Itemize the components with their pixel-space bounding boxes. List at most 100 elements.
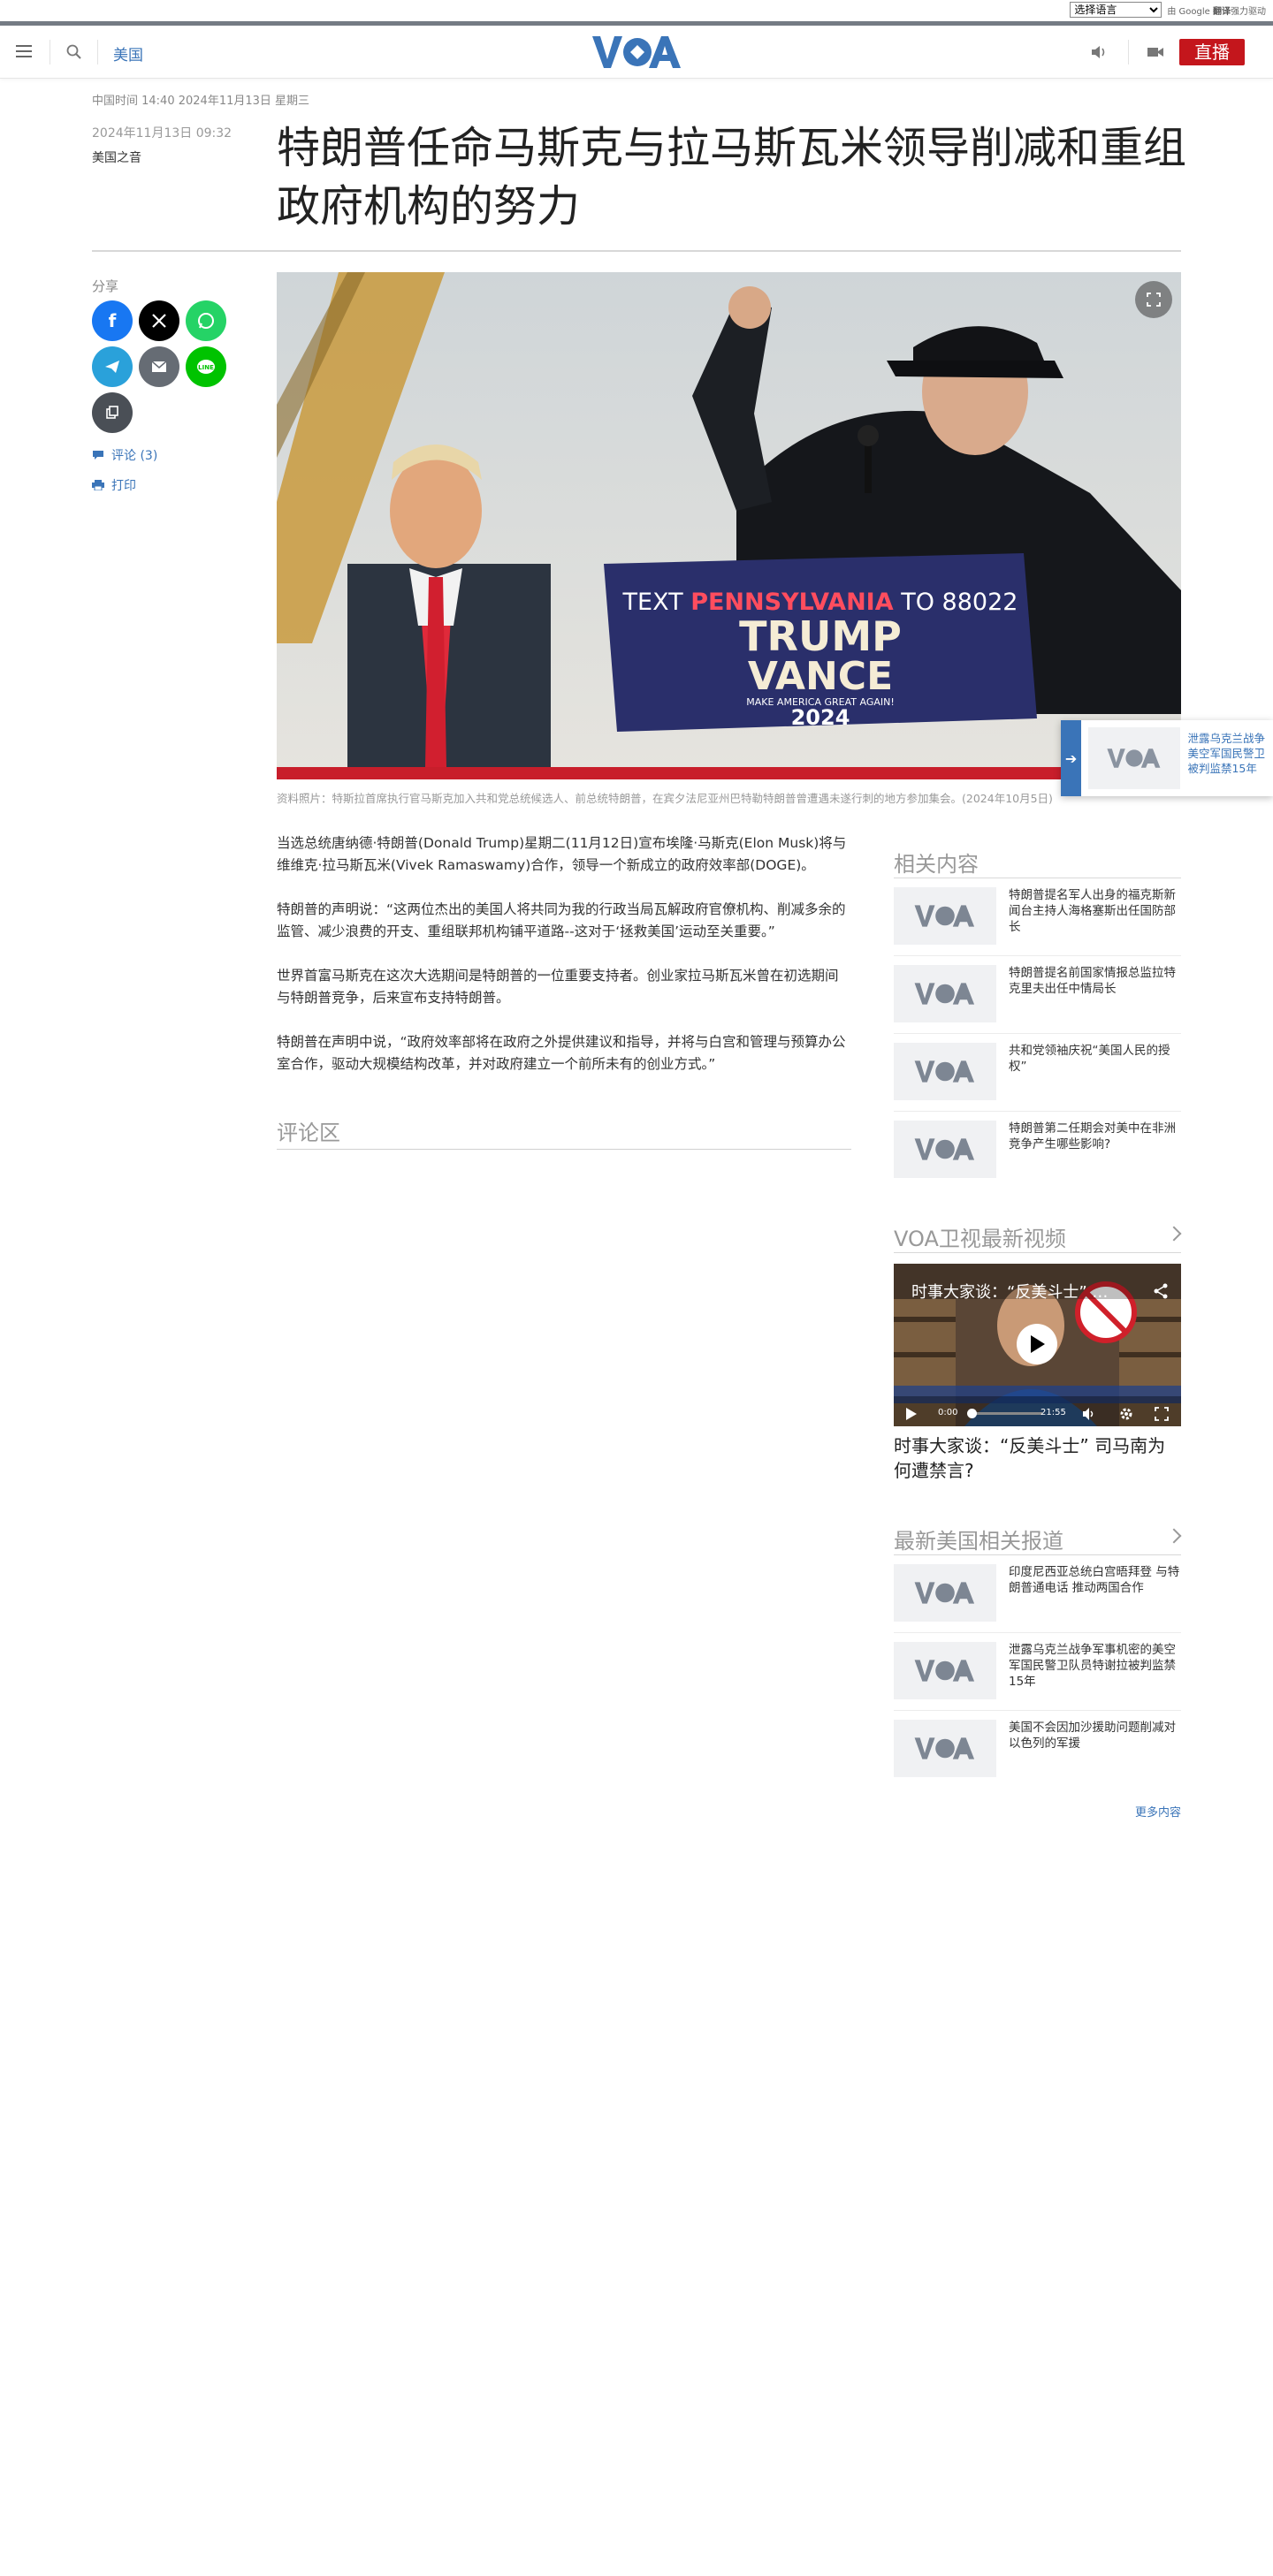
- sign-year: 2024: [791, 705, 850, 730]
- list-item[interactable]: 泄露乌克兰战争军事机密的美空军国民警卫队员特谢拉被判监禁15年: [894, 1633, 1181, 1711]
- copy-icon: [106, 406, 118, 419]
- voa-logo-thumb: [914, 1060, 975, 1083]
- story-thumbnail: [894, 887, 996, 945]
- volume-icon[interactable]: [1081, 1407, 1095, 1421]
- list-item-title: 泄露乌克兰战争军事机密的美空军国民警卫队员特谢拉被判监禁15年: [1009, 1643, 1176, 1689]
- play-small-icon[interactable]: [904, 1408, 917, 1420]
- latest-reports: 最新美国相关报道 印度尼西亚总统白宫晤拜登 与特朗普通电话 推动两国合作 泄露乌…: [894, 1524, 1182, 1820]
- story-thumbnail: [894, 1564, 996, 1622]
- image-caption: 资料照片：特斯拉首席执行官马斯克加入共和党总统候选人、前总统特朗普，在宾夕法尼亚…: [277, 792, 1053, 805]
- x-share-button[interactable]: [139, 300, 179, 341]
- whatsapp-share-button[interactable]: [186, 300, 226, 341]
- translate-powered-by: 由 Google 翻译强力驱动: [1167, 6, 1266, 17]
- video-overlay-title: 时事大家谈：“反美斗士” …: [911, 1283, 1109, 1302]
- story-thumbnail: [1088, 727, 1181, 789]
- hero-photo: TEXT PENNSYLVANIA TO 88022 TRUMP VANCE M…: [277, 272, 1181, 779]
- list-item-title: 特朗普提名军人出身的福克斯新闻台主持人海格塞斯出任国防部长: [1009, 888, 1176, 934]
- facebook-share-button[interactable]: f: [92, 300, 133, 341]
- copy-link-button[interactable]: [92, 392, 133, 433]
- related-content: 相关内容 特朗普提名军人出身的福克斯新闻台主持人海格塞斯出任国防部长 特朗普提名…: [894, 847, 1181, 1189]
- voa-logo-thumb: [914, 983, 975, 1005]
- chevron-right-icon: [1166, 1528, 1182, 1544]
- story-thumbnail: [894, 1043, 996, 1100]
- page-title: 特朗普任命马斯克与拉马斯瓦米领导削减和重组政府机构的努力: [277, 123, 1187, 232]
- voa-logo-thumb: [914, 905, 975, 927]
- list-item[interactable]: 共和党领袖庆祝“美国人民的授权”: [894, 1034, 1181, 1112]
- chevron-right-icon: [1166, 1226, 1182, 1242]
- voa-logo[interactable]: [592, 34, 682, 70]
- facebook-icon: f: [108, 310, 117, 331]
- paragraph: 特朗普在声明中说，“政府效率部将在政府之外提供建议和指导，并将与白宫和管理与预算…: [277, 1034, 846, 1072]
- related-title: 相关内容: [894, 847, 1181, 878]
- divider: [92, 250, 1181, 252]
- settings-icon[interactable]: [1119, 1407, 1133, 1421]
- list-item[interactable]: 特朗普提名前国家情报总监拉特克里夫出任中情局长: [894, 956, 1181, 1034]
- list-item[interactable]: 特朗普第二任期会对美中在非洲竞争产生哪些影响?: [894, 1112, 1181, 1189]
- story-thumbnail: [894, 1121, 996, 1178]
- sign-name-2: VANCE: [748, 654, 893, 699]
- play-icon: [1031, 1335, 1045, 1353]
- comments-section-title: 评论区: [277, 1121, 340, 1145]
- voa-logo-thumb: [914, 1138, 975, 1160]
- line-share-button[interactable]: LINE: [186, 346, 226, 387]
- video-current-time: 0:00: [938, 1408, 958, 1417]
- telegram-share-button[interactable]: [92, 346, 133, 387]
- list-item-title: 特朗普提名前国家情报总监拉特克里夫出任中情局长: [1009, 966, 1176, 996]
- dateline: 中国时间 14:40 2024年11月13日 星期三: [92, 95, 310, 108]
- line-icon: LINE: [197, 360, 215, 374]
- fullscreen-icon[interactable]: [1155, 1407, 1169, 1421]
- list-item[interactable]: 美国不会因加沙援助问题削减对以色列的军援: [894, 1711, 1181, 1789]
- story-thumbnail: [894, 1720, 996, 1777]
- sign-name-1: TRUMP: [739, 612, 902, 660]
- divider: [1128, 40, 1129, 65]
- comment-icon: [93, 451, 103, 460]
- telegram-icon: [105, 361, 119, 373]
- list-item[interactable]: 特朗普提名军人出身的福克斯新闻台主持人海格塞斯出任国防部长: [894, 878, 1181, 956]
- video-camera-icon[interactable]: [1146, 43, 1165, 61]
- divider: [97, 40, 98, 65]
- video-player[interactable]: 时事大家谈：“反美斗士” … 0:00 21:55: [894, 1264, 1181, 1426]
- list-item[interactable]: 印度尼西亚总统白宫晤拜登 与特朗普通电话 推动两国合作: [894, 1555, 1181, 1633]
- print-icon: [92, 480, 104, 490]
- google-translate-bar: 选择语言 由 Google 翻译强力驱动: [0, 0, 1273, 21]
- video-section: VOA卫视最新视频 时事大家谈：“反美斗士” … 0:00 21:55 时事大家…: [894, 1221, 1182, 1483]
- x-icon: [152, 314, 166, 328]
- author[interactable]: 美国之音: [92, 148, 141, 166]
- voa-logo-thumb: [914, 1582, 975, 1604]
- live-button[interactable]: 直播: [1179, 39, 1245, 65]
- fullscreen-button[interactable]: [1135, 281, 1172, 318]
- site-header: 美国 直播: [0, 26, 1273, 79]
- video-duration: 21:55: [1041, 1408, 1066, 1417]
- paragraph: 当选总统唐纳德·特朗普(Donald Trump)星期二(11月12日)宣布埃隆…: [277, 835, 847, 873]
- list-item-title: 共和党领袖庆祝“美国人民的授权”: [1009, 1044, 1170, 1074]
- print-link[interactable]: 打印: [92, 476, 136, 494]
- video-caption[interactable]: 时事大家谈：“反美斗士” 司马南为何遭禁言?: [894, 1433, 1181, 1483]
- video-progress-bar[interactable]: [967, 1409, 1042, 1418]
- story-thumbnail: [894, 1642, 996, 1699]
- more-link[interactable]: 更多内容: [894, 1803, 1181, 1820]
- voa-logo-thumb: [1107, 748, 1161, 768]
- share-icon[interactable]: [1153, 1283, 1169, 1299]
- floating-story-card[interactable]: ➔ 泄露乌克兰战争 美空军国民警卫 被判监禁15年: [1061, 720, 1273, 796]
- voa-logo-thumb: [914, 1737, 975, 1759]
- hero-image: TEXT PENNSYLVANIA TO 88022 TRUMP VANCE M…: [277, 272, 1181, 779]
- audio-icon[interactable]: [1089, 43, 1109, 61]
- arrow-right-icon[interactable]: ➔: [1061, 720, 1082, 796]
- video-section-title[interactable]: VOA卫视最新视频: [894, 1221, 1182, 1253]
- progress-handle[interactable]: [967, 1409, 977, 1418]
- search-icon[interactable]: [65, 43, 83, 61]
- voa-logo-thumb: [914, 1660, 975, 1682]
- list-item-title: 特朗普第二任期会对美中在非洲竞争产生哪些影响?: [1009, 1121, 1176, 1151]
- list-item-title: 印度尼西亚总统白宫晤拜登 与特朗普通电话 推动两国合作: [1009, 1565, 1180, 1595]
- expand-icon: [1147, 293, 1161, 307]
- play-button[interactable]: [1017, 1324, 1057, 1364]
- latest-title[interactable]: 最新美国相关报道: [894, 1524, 1182, 1555]
- comments-link[interactable]: 评论 (3): [92, 446, 157, 464]
- section-link-usa[interactable]: 美国: [113, 42, 143, 65]
- menu-icon[interactable]: [16, 45, 32, 57]
- svg-text:LINE: LINE: [198, 364, 214, 371]
- language-select[interactable]: 选择语言: [1070, 2, 1162, 18]
- email-share-button[interactable]: [139, 346, 179, 387]
- floating-story-title: 泄露乌克兰战争 美空军国民警卫 被判监禁15年: [1187, 732, 1265, 775]
- translate-widget: 选择语言 由 Google 翻译强力驱动: [1070, 2, 1266, 18]
